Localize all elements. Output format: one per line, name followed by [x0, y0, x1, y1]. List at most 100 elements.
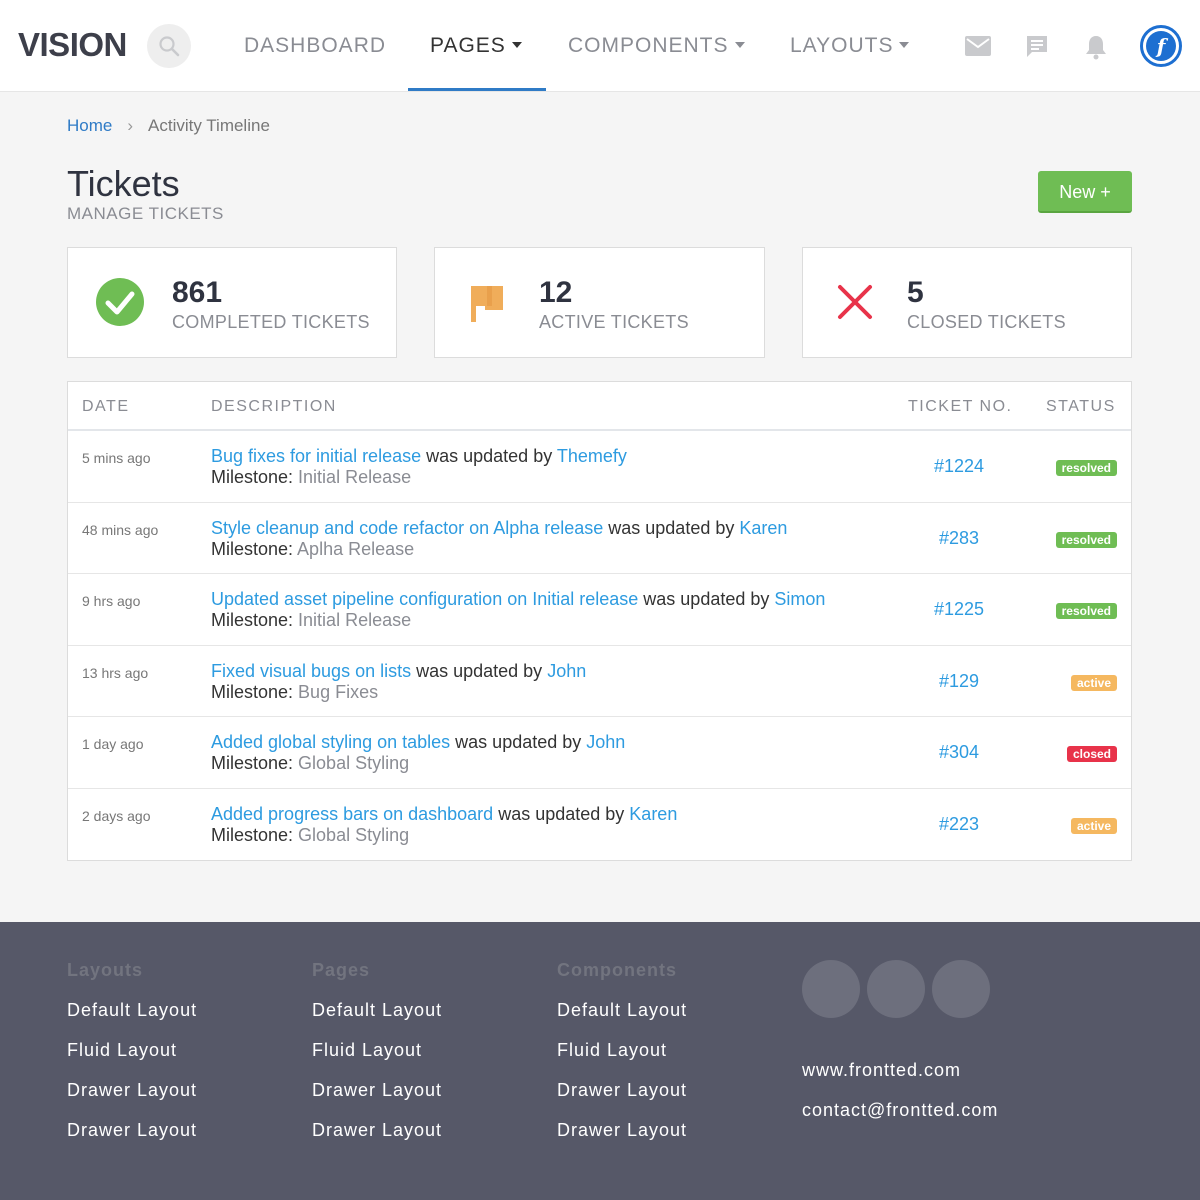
updated-by-text: was updated by	[411, 660, 548, 681]
nav-layouts-label: LAYOUTS	[790, 34, 894, 57]
caret-down-icon	[734, 42, 745, 48]
milestone-value: Initial Release	[298, 467, 412, 487]
row-date: 48 mins ago	[82, 521, 159, 538]
footer-link[interactable]: Drawer Layout	[312, 1080, 442, 1102]
footer-link[interactable]: Drawer Layout	[67, 1120, 197, 1142]
social-button[interactable]	[932, 960, 990, 1018]
ticket-title-link[interactable]: Fixed visual bugs on lists	[211, 661, 411, 681]
ticket-title-link[interactable]: Updated asset pipeline configuration on …	[211, 589, 638, 609]
column-header-description[interactable]: DESCRIPTION	[211, 398, 337, 416]
footer-column-pages: Pages Default Layout Fluid Layout Drawer…	[312, 960, 442, 1142]
footer-website-link[interactable]: www.frontted.com	[802, 1060, 961, 1081]
ticket-title-link[interactable]: Bug fixes for initial release	[211, 446, 421, 466]
ticket-number-link[interactable]: #129	[888, 671, 1030, 692]
ticket-number-link[interactable]: #283	[888, 528, 1030, 549]
row-description: Bug fixes for initial release was update…	[211, 446, 627, 488]
avatar-letter: f	[1146, 31, 1176, 61]
footer-email-link[interactable]: contact@frontted.com	[802, 1100, 998, 1121]
user-link[interactable]: Karen	[629, 804, 677, 824]
footer-link[interactable]: Fluid Layout	[67, 1040, 197, 1062]
nav-components-label: COMPONENTS	[568, 34, 729, 57]
flag-icon	[471, 286, 503, 322]
milestone-label: Milestone:	[211, 467, 299, 487]
stat-value: 12	[539, 276, 573, 309]
ticket-number-link[interactable]: #1225	[888, 599, 1030, 620]
ticket-title-link[interactable]: Style cleanup and code refactor on Alpha…	[211, 518, 603, 538]
user-link[interactable]: Themefy	[557, 446, 627, 466]
user-link[interactable]: Karen	[739, 518, 787, 538]
top-navbar: VISION DASHBOARD PAGES COMPONENTS LAYOUT…	[0, 0, 1200, 92]
column-header-ticket[interactable]: TICKET NO.	[908, 398, 1013, 416]
breadcrumb-home-link[interactable]: Home	[67, 116, 112, 135]
ticket-number-link[interactable]: #1224	[888, 456, 1030, 477]
footer-link[interactable]: Default Layout	[557, 1000, 687, 1022]
footer-link[interactable]: Drawer Layout	[312, 1120, 442, 1142]
social-button[interactable]	[802, 960, 860, 1018]
status-badge: resolved	[1055, 603, 1117, 619]
nav-dashboard-label: DASHBOARD	[244, 34, 387, 57]
user-avatar[interactable]: f	[1140, 25, 1182, 67]
footer-link[interactable]: Fluid Layout	[557, 1040, 687, 1062]
footer-heading: Components	[557, 960, 677, 980]
ticket-number-link[interactable]: #223	[888, 814, 1030, 835]
mail-icon[interactable]	[965, 36, 991, 56]
page-title: Tickets	[67, 163, 180, 204]
stat-label: CLOSED TICKETS	[907, 312, 1066, 332]
status-badge: resolved	[1055, 531, 1117, 548]
bell-icon[interactable]	[1085, 34, 1107, 60]
nav-pages[interactable]: PAGES	[430, 0, 522, 92]
search-button[interactable]	[147, 24, 191, 68]
x-icon	[838, 285, 872, 319]
milestone-label: Milestone:	[211, 681, 299, 702]
milestone-value: Bug Fixes	[298, 681, 379, 702]
active-nav-indicator	[408, 88, 546, 91]
row-description: Style cleanup and code refactor on Alpha…	[211, 518, 787, 560]
column-header-status[interactable]: STATUS	[1046, 398, 1116, 416]
breadcrumb-current: Activity Timeline	[148, 116, 270, 135]
row-description: Added global styling on tables was updat…	[211, 732, 625, 774]
table-row: 5 mins ago Bug fixes for initial release …	[68, 431, 1131, 503]
footer-link[interactable]: Drawer Layout	[67, 1080, 197, 1102]
status-badge: resolved	[1055, 460, 1117, 476]
row-description: Added progress bars on dashboard was upd…	[211, 804, 677, 846]
ticket-title-link[interactable]: Added global styling on tables	[211, 732, 450, 752]
row-description: Updated asset pipeline configuration on …	[211, 589, 825, 631]
search-icon	[159, 36, 180, 57]
ticket-number-link[interactable]: #304	[888, 742, 1030, 763]
status-badge: closed	[1066, 746, 1117, 762]
ticket-title-link[interactable]: Added progress bars on dashboard	[211, 804, 493, 824]
updated-by-text: was updated by	[421, 446, 557, 466]
row-date: 5 mins ago	[82, 450, 151, 466]
milestone-value: Global Styling	[298, 824, 410, 845]
stat-card-completed: 861 COMPLETED TICKETS	[67, 247, 397, 358]
milestone-label: Milestone:	[211, 610, 299, 630]
chat-icon[interactable]	[1025, 34, 1049, 58]
caret-down-icon	[511, 42, 522, 48]
row-date: 1 day ago	[82, 736, 144, 752]
status-badge: active	[1070, 674, 1117, 691]
table-row: 13 hrs ago Fixed visual bugs on lists was…	[68, 646, 1131, 717]
nav-layouts[interactable]: LAYOUTS	[790, 0, 910, 92]
column-header-date[interactable]: DATE	[82, 398, 129, 416]
user-link[interactable]: Simon	[774, 589, 825, 609]
footer-link[interactable]: Default Layout	[67, 1000, 197, 1022]
footer-heading: Pages	[312, 960, 371, 980]
footer-link[interactable]: Drawer Layout	[557, 1080, 687, 1102]
check-circle-icon	[96, 278, 144, 326]
row-date: 9 hrs ago	[82, 593, 141, 609]
footer-link[interactable]: Drawer Layout	[557, 1120, 687, 1142]
user-link[interactable]: John	[586, 732, 625, 752]
nav-components[interactable]: COMPONENTS	[568, 0, 745, 92]
updated-by-text: was updated by	[493, 803, 630, 824]
row-date: 2 days ago	[82, 807, 151, 824]
nav-dashboard[interactable]: DASHBOARD	[244, 0, 386, 92]
social-button[interactable]	[867, 960, 925, 1018]
user-link[interactable]: John	[547, 661, 586, 681]
updated-by-text: was updated by	[603, 517, 740, 538]
brand-logo[interactable]: VISION	[18, 26, 127, 64]
footer-link[interactable]: Fluid Layout	[312, 1040, 442, 1062]
footer-heading: Layouts	[67, 960, 144, 980]
new-ticket-button[interactable]: New +	[1038, 171, 1132, 213]
milestone-value: Initial Release	[298, 610, 412, 630]
footer-link[interactable]: Default Layout	[312, 1000, 442, 1022]
